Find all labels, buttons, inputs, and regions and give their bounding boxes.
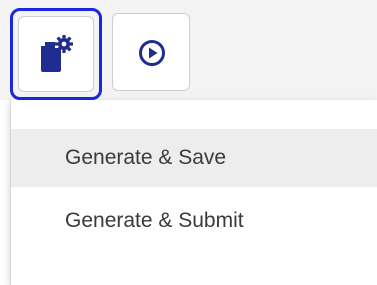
gear-document-icon [39, 34, 75, 79]
generate-dropdown-menu: Generate & Save Generate & Submit [10, 100, 377, 285]
menu-item-generate-submit[interactable]: Generate & Submit [11, 192, 377, 250]
screen: Generate & Save Generate & Submit [0, 0, 377, 285]
generate-button-body[interactable] [18, 16, 94, 92]
menu-item-generate-save[interactable]: Generate & Save [11, 129, 377, 187]
generate-button[interactable] [10, 8, 102, 100]
menu-item-label: Generate & Save [65, 146, 227, 169]
menu-item-label: Generate & Submit [65, 209, 244, 232]
run-button[interactable] [112, 13, 190, 91]
play-circle-icon [138, 39, 166, 72]
toolbar [0, 0, 377, 100]
